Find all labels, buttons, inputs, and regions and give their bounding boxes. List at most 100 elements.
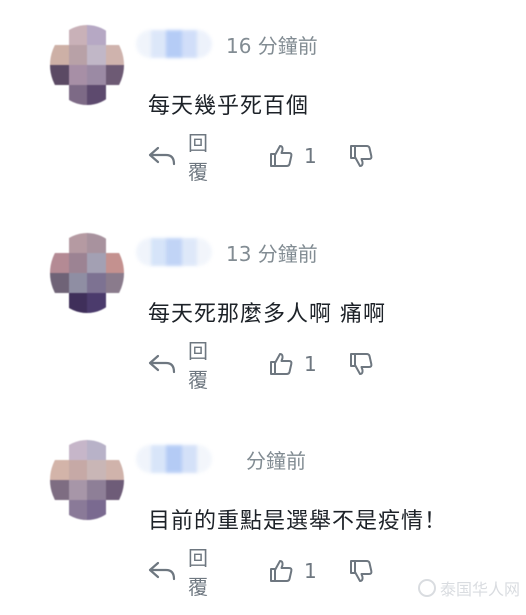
like-button[interactable]: 1 xyxy=(268,555,317,587)
reply-icon xyxy=(148,560,176,582)
avatar-pixel xyxy=(68,253,87,273)
avatar-pixel xyxy=(105,45,124,65)
name-blur-block xyxy=(181,445,197,473)
avatar-pixel xyxy=(50,460,69,480)
reply-button[interactable]: 回覆 xyxy=(148,546,208,599)
avatar-pixel xyxy=(105,25,124,45)
avatar-pixel xyxy=(105,253,124,273)
name-blur-block xyxy=(151,238,167,266)
watermark-logo-icon xyxy=(417,579,436,597)
avatar-pixel xyxy=(50,500,69,520)
avatar-pixel xyxy=(68,65,87,85)
avatar-pixel xyxy=(68,293,87,313)
avatar[interactable] xyxy=(50,25,124,105)
avatar-pixel xyxy=(68,45,87,65)
thumbs-down-icon xyxy=(348,143,374,169)
thumbs-down-icon xyxy=(348,558,374,584)
avatar-pixel xyxy=(105,293,124,313)
comment-text: 目前的重點是選舉不是疫情！ xyxy=(148,509,448,534)
comment-timestamp: 13 分鐘前 xyxy=(226,242,318,266)
comment-text: 每天幾乎死百個 xyxy=(148,94,310,119)
avatar-pixel xyxy=(87,233,106,253)
comment-text: 每天死那麼多人啊 痛啊 xyxy=(148,302,386,327)
avatar-pixel xyxy=(87,480,106,500)
thumbs-up-icon xyxy=(268,351,294,377)
avatar-pixel xyxy=(87,500,106,520)
avatar-pixel xyxy=(105,480,124,500)
avatar-pixel xyxy=(50,85,69,105)
like-count: 1 xyxy=(304,352,317,376)
reply-icon xyxy=(148,353,176,375)
name-blur-block xyxy=(166,445,182,473)
name-blur-block xyxy=(151,30,167,58)
avatar-pixel xyxy=(50,253,69,273)
name-blur-block xyxy=(196,30,212,58)
avatar-pixel xyxy=(87,460,106,480)
reply-label: 回覆 xyxy=(188,131,208,184)
avatar-pixel xyxy=(87,65,106,85)
reply-label: 回覆 xyxy=(188,546,208,599)
avatar-pixel xyxy=(50,233,69,253)
thumbs-up-icon xyxy=(268,558,294,584)
avatar-pixel xyxy=(105,233,124,253)
avatar-pixel xyxy=(87,45,106,65)
avatar-pixel xyxy=(68,85,87,105)
author-name[interactable] xyxy=(136,238,212,266)
name-blur-block xyxy=(166,238,182,266)
author-name[interactable] xyxy=(136,445,212,473)
avatar-pixel xyxy=(68,440,87,460)
reply-label: 回覆 xyxy=(188,339,208,392)
avatar-pixel xyxy=(87,253,106,273)
name-blur-block xyxy=(196,445,212,473)
avatar-pixel xyxy=(68,480,87,500)
avatar-pixel xyxy=(87,273,106,293)
name-blur-block xyxy=(166,30,182,58)
thumbs-up-icon xyxy=(268,143,294,169)
dislike-button[interactable] xyxy=(348,348,374,380)
avatar-pixel xyxy=(105,85,124,105)
avatar-pixel xyxy=(105,500,124,520)
dislike-button[interactable] xyxy=(348,555,374,587)
like-count: 1 xyxy=(304,559,317,583)
name-blur-block xyxy=(136,30,152,58)
watermark: 泰国华人网 xyxy=(417,576,520,600)
reply-icon xyxy=(148,145,176,167)
like-count: 1 xyxy=(304,144,317,168)
avatar-pixel xyxy=(105,273,124,293)
avatar-pixel xyxy=(68,460,87,480)
avatar-pixel xyxy=(87,293,106,313)
like-button[interactable]: 1 xyxy=(268,348,317,380)
avatar-pixel xyxy=(50,273,69,293)
reply-button[interactable]: 回覆 xyxy=(148,131,208,184)
dislike-button[interactable] xyxy=(348,140,374,172)
like-button[interactable]: 1 xyxy=(268,140,317,172)
avatar-pixel xyxy=(105,65,124,85)
avatar-pixel xyxy=(50,45,69,65)
avatar-pixel xyxy=(50,480,69,500)
avatar-pixel xyxy=(105,460,124,480)
comment-timestamp: 16 分鐘前 xyxy=(226,34,318,58)
avatar-pixel xyxy=(50,65,69,85)
name-blur-block xyxy=(181,30,197,58)
avatar-pixel xyxy=(105,440,124,460)
author-name[interactable] xyxy=(136,30,212,58)
avatar-pixel xyxy=(87,25,106,45)
thumbs-down-icon xyxy=(348,351,374,377)
watermark-text: 泰国华人网 xyxy=(439,580,520,599)
name-blur-block xyxy=(136,445,152,473)
avatar-pixel xyxy=(50,25,69,45)
avatar-pixel xyxy=(87,85,106,105)
avatar[interactable] xyxy=(50,440,124,520)
avatar[interactable] xyxy=(50,233,124,313)
avatar-pixel xyxy=(68,25,87,45)
avatar-pixel xyxy=(68,273,87,293)
comment-timestamp: 分鐘前 xyxy=(246,449,306,473)
reply-button[interactable]: 回覆 xyxy=(148,339,208,392)
comment-item: 13 分鐘前 每天死那麼多人啊 痛啊 回覆 1 xyxy=(0,208,526,408)
name-blur-block xyxy=(196,238,212,266)
name-blur-block xyxy=(151,445,167,473)
avatar-pixel xyxy=(87,440,106,460)
avatar-pixel xyxy=(68,500,87,520)
name-blur-block xyxy=(181,238,197,266)
avatar-pixel xyxy=(50,293,69,313)
